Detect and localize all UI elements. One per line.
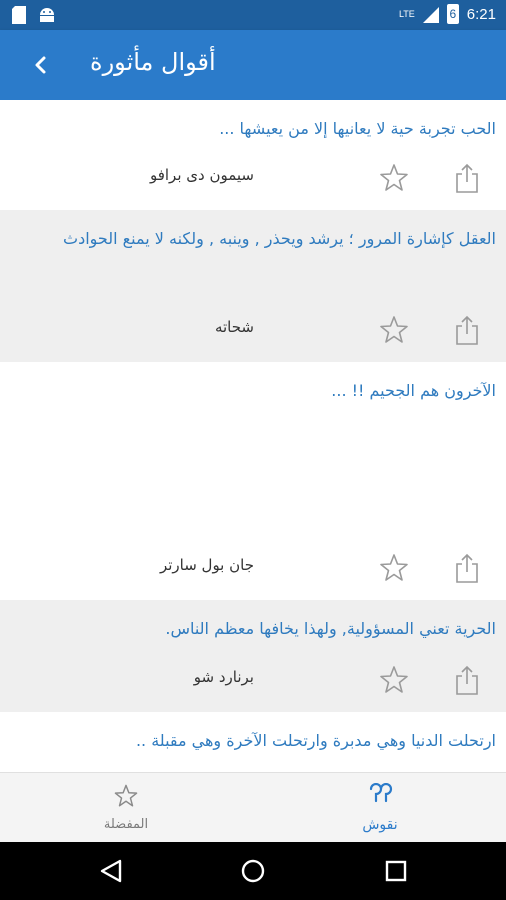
quote-author: برنارد شو <box>193 668 254 686</box>
android-icon <box>40 8 54 22</box>
home-circle-icon[interactable] <box>240 858 266 884</box>
share-icon[interactable] <box>454 664 480 696</box>
quotes-list: الحب تجربة حية لا يعانيها إلا من يعيشها … <box>0 100 506 772</box>
quote-marks-icon <box>369 782 393 803</box>
quote-text: ارتحلت الدنيا وهي مدبرة وارتحلت الآخرة و… <box>135 731 496 750</box>
bottom-navigation: المفضلة نقوش <box>0 772 506 843</box>
nav-item-favorites[interactable]: المفضلة <box>46 773 206 843</box>
lte-signal-icon: LTE <box>398 9 415 19</box>
nav-label-quotes: نقوش <box>362 817 398 833</box>
quote-card: الحب تجربة حية لا يعانيها إلا من يعيشها … <box>0 100 506 210</box>
favorite-star-icon[interactable] <box>378 162 410 194</box>
back-triangle-icon[interactable] <box>98 858 124 884</box>
back-chevron-icon[interactable] <box>24 48 58 82</box>
clock: 6:21 <box>466 5 496 23</box>
nav-label-favorites: المفضلة <box>103 817 149 832</box>
quote-card: العقل كإشارة المرور ؛ يرشد ويحذر , وينبه… <box>0 210 506 362</box>
share-icon[interactable] <box>454 552 480 584</box>
system-navigation-bar <box>0 842 506 900</box>
quote-card: الحرية تعني المسؤولية, ولهذا يخافها معظم… <box>0 600 506 712</box>
quote-author: سيمون دى برافو <box>149 166 254 184</box>
app-bar: أقوال مأثورة <box>0 30 506 100</box>
recents-square-icon[interactable] <box>384 859 408 883</box>
quote-card: ارتحلت الدنيا وهي مدبرة وارتحلت الآخرة و… <box>0 712 506 772</box>
battery-icon: 6 <box>446 4 459 24</box>
quote-card: الآخرون هم الجحيم !! ... جان بول سارتر <box>0 362 506 600</box>
favorite-star-icon[interactable] <box>378 314 410 346</box>
favorite-star-icon[interactable] <box>378 552 410 584</box>
quote-author: شحاته <box>214 318 254 336</box>
share-icon[interactable] <box>454 162 480 194</box>
favorites-star-icon <box>114 784 138 807</box>
signal-icon <box>422 7 439 23</box>
quote-text: الحب تجربة حية لا يعانيها إلا من يعيشها … <box>219 119 496 138</box>
nav-item-quotes[interactable]: نقوش <box>300 773 460 843</box>
page-title: أقوال مأثورة <box>90 48 216 76</box>
sd-card-icon <box>12 6 26 24</box>
status-bar: LTE 6 6:21 <box>0 0 506 30</box>
quote-author: جان بول سارتر <box>159 556 254 574</box>
share-icon[interactable] <box>454 314 480 346</box>
quote-text: الآخرون هم الجحيم !! ... <box>331 381 496 400</box>
quote-text: العقل كإشارة المرور ؛ يرشد ويحذر , وينبه… <box>63 229 496 248</box>
favorite-star-icon[interactable] <box>378 664 410 696</box>
quote-text: الحرية تعني المسؤولية, ولهذا يخافها معظم… <box>165 619 496 638</box>
